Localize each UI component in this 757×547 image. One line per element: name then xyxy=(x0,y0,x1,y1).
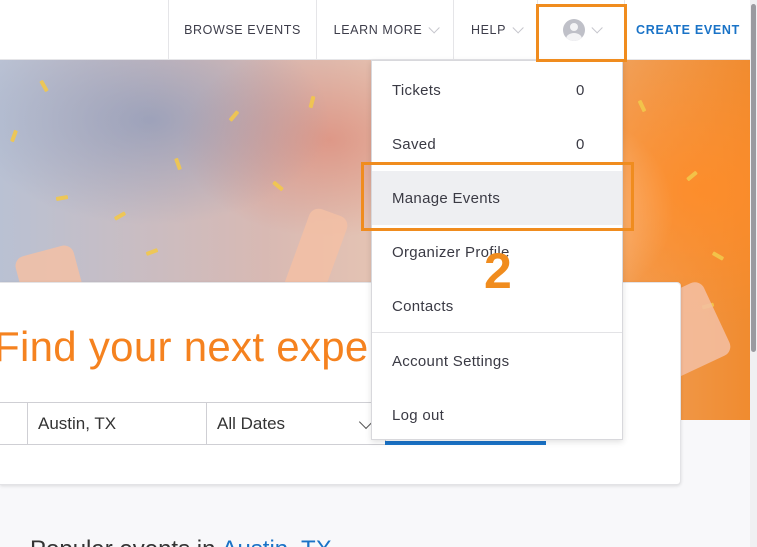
confetti-decoration xyxy=(686,170,698,182)
confetti-decoration xyxy=(637,99,647,113)
menu-item-label: Log out xyxy=(392,406,445,424)
date-value: All Dates xyxy=(217,413,286,433)
popular-heading: Popular events in Austin, TX xyxy=(30,536,332,547)
menu-item-account-settings[interactable]: Account Settings xyxy=(372,334,622,388)
saved-count: 0 xyxy=(576,135,585,153)
menu-item-tickets[interactable]: Tickets 0 xyxy=(372,63,622,117)
create-event-button[interactable]: CREATE EVENT xyxy=(626,0,750,60)
confetti-decoration xyxy=(55,194,69,202)
create-event-label: CREATE EVENT xyxy=(635,23,740,37)
nav-browse-events-label: BROWSE EVENTS xyxy=(184,23,301,37)
site-header: BROWSE EVENTS LEARN MORE HELP CREATE EVE… xyxy=(0,0,757,60)
scrollbar-thumb[interactable] xyxy=(751,4,756,352)
nav-learn-more-label: LEARN MORE xyxy=(333,23,423,37)
tutorial-step-number: 2 xyxy=(484,243,512,299)
confetti-decoration xyxy=(10,129,18,143)
nav-browse-events[interactable]: BROWSE EVENTS xyxy=(168,0,316,60)
tutorial-highlight-manage-events xyxy=(361,162,634,231)
menu-divider xyxy=(372,332,622,333)
menu-item-label: Saved xyxy=(392,135,437,153)
menu-item-label: Contacts xyxy=(392,297,454,315)
tickets-count: 0 xyxy=(576,81,585,99)
menu-item-log-out[interactable]: Log out xyxy=(372,388,622,442)
nav-learn-more[interactable]: LEARN MORE xyxy=(316,0,453,60)
confetti-decoration xyxy=(711,251,725,261)
nav-help[interactable]: HELP xyxy=(453,0,537,60)
date-select[interactable]: All Dates xyxy=(206,402,386,445)
confetti-decoration xyxy=(113,211,127,221)
location-value: Austin, TX xyxy=(38,413,117,433)
menu-item-label: Account Settings xyxy=(392,352,510,370)
confetti-decoration xyxy=(308,95,316,109)
chevron-down-icon xyxy=(512,22,524,34)
popular-prefix: Popular events in xyxy=(30,536,215,547)
chevron-down-icon xyxy=(428,22,441,34)
menu-item-label: Tickets xyxy=(392,81,442,99)
page-scrollbar[interactable] xyxy=(750,0,757,547)
confetti-decoration xyxy=(39,79,49,93)
confetti-decoration xyxy=(228,110,240,122)
location-input[interactable]: Austin, TX xyxy=(27,402,207,445)
nav-help-label: HELP xyxy=(470,23,507,37)
confetti-decoration xyxy=(145,248,159,256)
tutorial-highlight-user-menu xyxy=(536,4,627,62)
confetti-decoration xyxy=(272,180,284,192)
confetti-decoration xyxy=(174,157,182,171)
popular-location-link[interactable]: Austin, TX xyxy=(221,536,331,547)
search-keyword-input[interactable] xyxy=(0,402,28,445)
